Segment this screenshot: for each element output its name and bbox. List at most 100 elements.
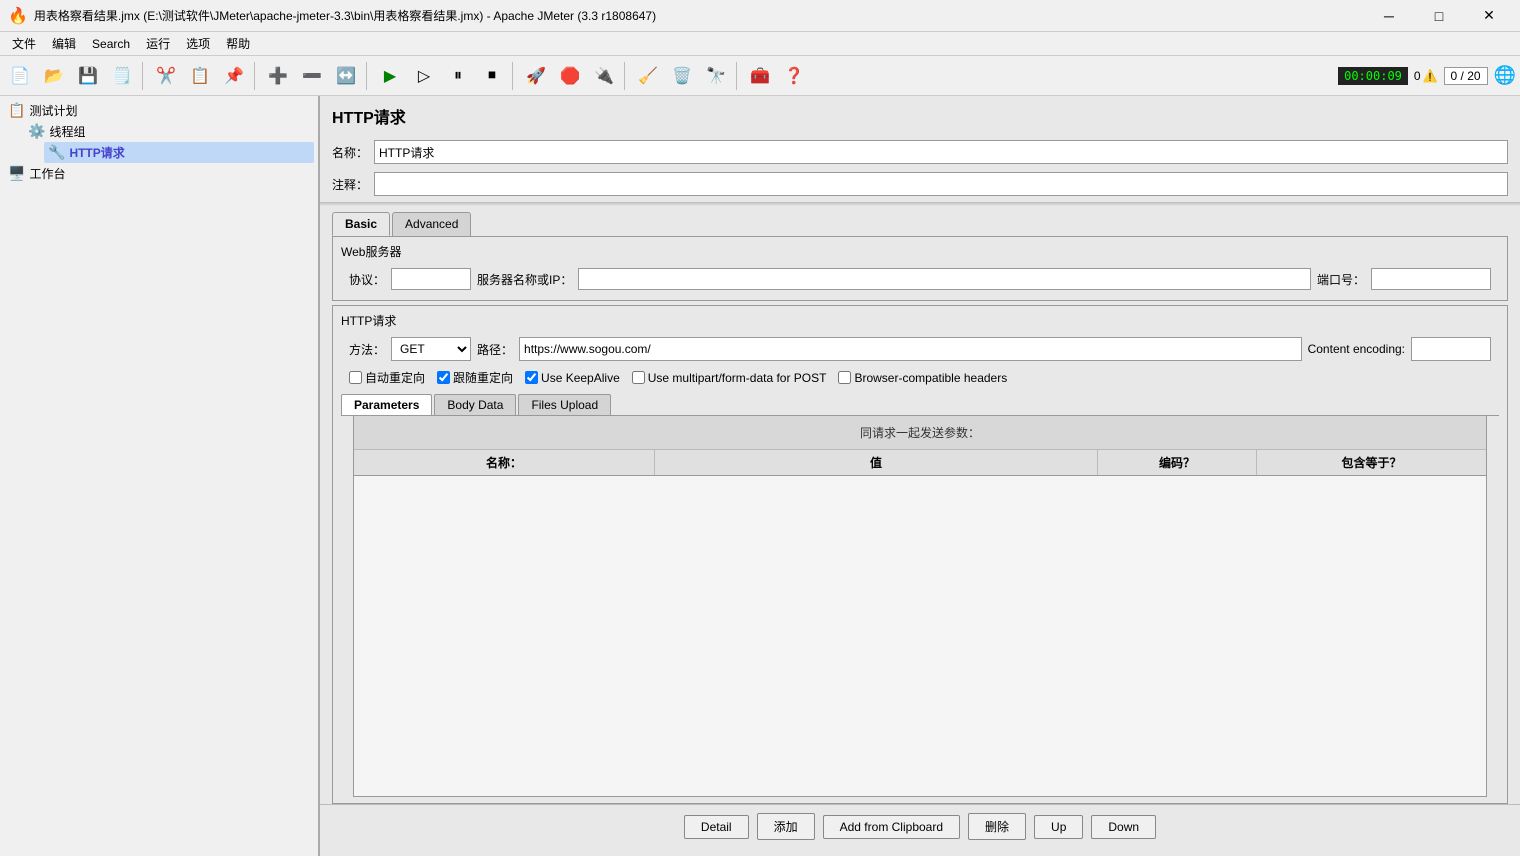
maximize-button[interactable]: □ [1416,0,1462,32]
name-row: 名称： [320,136,1520,168]
comment-label: 注释： [332,176,368,193]
template-button[interactable]: 🧰 [744,60,776,92]
browser-headers-checkbox[interactable] [838,371,851,384]
path-label: 路径： [477,341,513,358]
protocol-input[interactable] [391,268,471,290]
pause-button[interactable]: ⏸ [442,60,474,92]
cb-follow-redirect[interactable]: 跟随重定向 [437,369,513,386]
http-request-section: HTTP请求 方法： GET POST PUT DELETE HEAD OPTI… [332,305,1508,804]
main-tabs-bar: Basic Advanced [332,212,1508,236]
delete-button[interactable]: 删除 [968,813,1026,840]
start-button[interactable]: ▶ [374,60,406,92]
tab-basic[interactable]: Basic [332,212,390,236]
start-no-pause-button[interactable]: ▷ [408,60,440,92]
up-button[interactable]: Up [1034,815,1083,839]
open-button[interactable]: 📂 [38,60,70,92]
detail-button[interactable]: Detail [684,815,749,839]
cb-multipart[interactable]: Use multipart/form-data for POST [632,371,827,385]
cb-keepalive[interactable]: Use KeepAlive [525,371,620,385]
toolbar-right: 00:00:09 0 ⚠️ 0 / 20 🌐 [1338,65,1516,86]
down-button[interactable]: Down [1091,815,1156,839]
tree-panel: 📋 测试计划 ⚙️ 线程组 🔧 HTTP请求 🖥️ 工作台 [0,96,320,856]
menu-help[interactable]: 帮助 [218,33,258,54]
tree-item-workbench[interactable]: 🖥️ 工作台 [4,163,314,184]
keepalive-label: Use KeepAlive [541,371,620,385]
port-input[interactable] [1371,268,1491,290]
comment-input[interactable] [374,172,1508,196]
add-param-button[interactable]: 添加 [757,813,815,840]
encoding-label: Content encoding: [1308,342,1405,356]
menu-options[interactable]: 选项 [178,33,218,54]
paste-button[interactable]: 📌 [218,60,250,92]
name-input[interactable] [374,140,1508,164]
copy-button[interactable]: 📋 [184,60,216,92]
tree-item-plan[interactable]: 📋 测试计划 [4,100,314,121]
server-label: 服务器名称或IP： [477,271,572,288]
encoding-input[interactable] [1411,337,1491,361]
page-count: 0 / 20 [1444,67,1488,85]
params-table: 同请求一起发送参数： 名称： 值 编码？ 包含等于？ [353,416,1487,797]
toolbar-separator-4 [512,62,516,90]
add-button[interactable]: ➕ [262,60,294,92]
cut-button[interactable]: ✂️ [150,60,182,92]
minimize-button[interactable]: ─ [1366,0,1412,32]
multipart-checkbox[interactable] [632,371,645,384]
keepalive-checkbox[interactable] [525,371,538,384]
menu-search[interactable]: Search [84,35,138,53]
http-label: HTTP请求 [69,144,124,161]
remote-stop-button[interactable]: 🛑 [554,60,586,92]
remote-shutdown-button[interactable]: 🔌 [588,60,620,92]
find-button[interactable]: 🔭 [700,60,732,92]
move-button[interactable]: ↔️ [330,60,362,92]
follow-redirect-checkbox[interactable] [437,371,450,384]
content-panel: HTTP请求 名称： 注释： Basic Advanced Web服务器 协议： [320,96,1520,856]
web-server-title: Web服务器 [341,243,1499,260]
remote-start-button[interactable]: 🚀 [520,60,552,92]
follow-redirect-label: 跟随重定向 [453,369,513,386]
cb-auto-redirect[interactable]: 自动重定向 [349,369,425,386]
remove-button[interactable]: ➖ [296,60,328,92]
menu-edit[interactable]: 编辑 [44,33,84,54]
checkboxes-row: 自动重定向 跟随重定向 Use KeepAlive Use multipart/… [341,365,1499,390]
menu-run[interactable]: 运行 [138,33,178,54]
http-icon: 🔧 [48,144,65,161]
toolbar-separator-2 [254,62,258,90]
auto-redirect-checkbox[interactable] [349,371,362,384]
method-select[interactable]: GET POST PUT DELETE HEAD OPTIONS PATCH [391,337,471,361]
sub-tabs-bar: Parameters Body Data Files Upload [341,394,1499,416]
server-input[interactable] [578,268,1311,290]
save-button[interactable]: 💾 [72,60,104,92]
sub-tab-parameters[interactable]: Parameters [341,394,432,415]
main-layout: 📋 测试计划 ⚙️ 线程组 🔧 HTTP请求 🖥️ 工作台 HTTP请求 [0,96,1520,856]
thread-label: 线程组 [49,123,85,140]
multipart-label: Use multipart/form-data for POST [648,371,827,385]
add-from-clipboard-button[interactable]: Add from Clipboard [823,815,960,839]
new-button[interactable]: 📄 [4,60,36,92]
thread-icon: ⚙️ [28,123,45,140]
help-button[interactable]: ❓ [778,60,810,92]
col-encode: 编码？ [1098,450,1257,475]
port-label: 端口号： [1317,271,1365,288]
browser-headers-label: Browser-compatible headers [854,371,1007,385]
sub-tabs-container: Parameters Body Data Files Upload [341,394,1499,416]
path-input[interactable] [519,337,1302,361]
cb-browser-headers[interactable]: Browser-compatible headers [838,371,1007,385]
method-label: 方法： [349,341,385,358]
tree-item-thread[interactable]: ⚙️ 线程组 [24,121,314,142]
clear-button[interactable]: 🧹 [632,60,664,92]
table-header: 名称： 值 编码？ 包含等于？ [354,450,1486,476]
tab-advanced[interactable]: Advanced [392,212,471,236]
sub-tab-body-data[interactable]: Body Data [434,394,516,415]
workbench-label: 工作台 [29,165,65,182]
menu-file[interactable]: 文件 [4,33,44,54]
stop-button[interactable]: ⏹ [476,60,508,92]
tree-item-http[interactable]: 🔧 HTTP请求 [44,142,314,163]
clear-all-button[interactable]: 🗑️ [666,60,698,92]
titlebar: 🔥 用表格察看结果.jmx (E:\测试软件\JMeter\apache-jme… [0,0,1520,32]
saveas-button[interactable]: 🗒️ [106,60,138,92]
close-button[interactable]: ✕ [1466,0,1512,32]
sub-tab-files-upload[interactable]: Files Upload [518,394,611,415]
main-tabs-container: Basic Advanced [320,208,1520,236]
col-name: 名称： [354,450,655,475]
toolbar-separator-6 [736,62,740,90]
